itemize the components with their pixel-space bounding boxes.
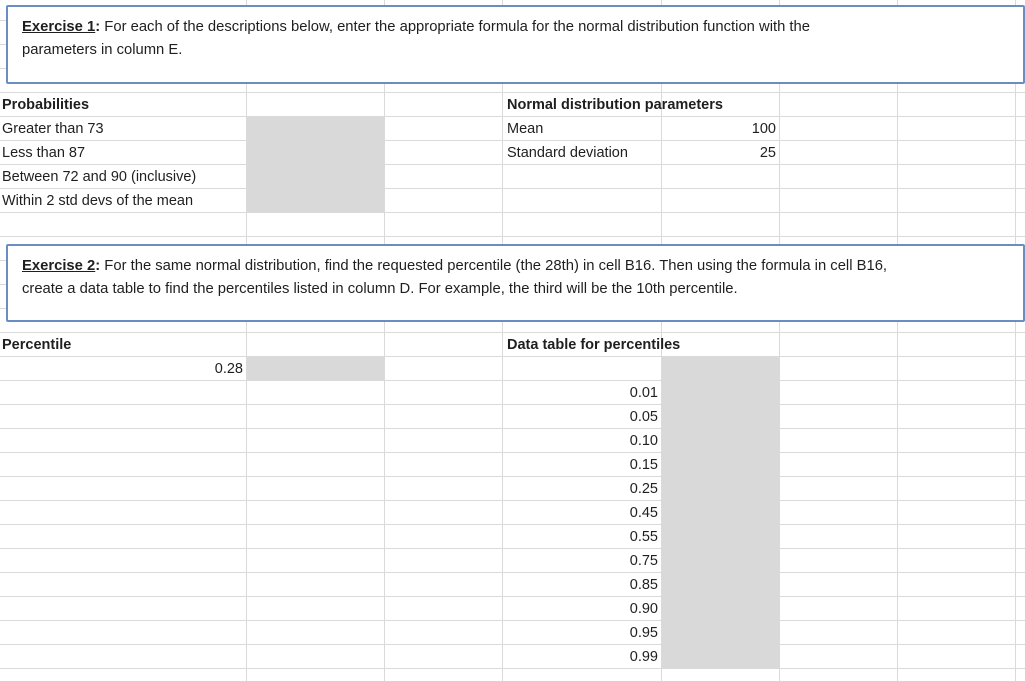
mean-value[interactable]: 100	[662, 117, 776, 141]
exercise-1-text: For each of the descriptions below, ente…	[104, 19, 811, 35]
exercise-2-label: Exercise 2	[22, 258, 96, 274]
exercise-2-textbox[interactable]: Exercise 2: For the same normal distribu…	[6, 244, 1025, 322]
row-divider	[0, 476, 1025, 477]
exercise-2-line-1: Exercise 2: For the same normal distribu…	[22, 255, 1023, 278]
data-table-input[interactable]: 0.25	[560, 477, 658, 501]
exercise-1-label: Exercise 1	[22, 19, 96, 35]
column-divider	[502, 0, 503, 681]
probability-input-cells[interactable]	[247, 117, 384, 212]
data-table-input[interactable]: 0.15	[560, 453, 658, 477]
data-table-input[interactable]: 0.45	[560, 501, 658, 525]
data-table-input[interactable]: 0.90	[560, 597, 658, 621]
std-dev-label[interactable]: Standard deviation	[507, 141, 628, 165]
column-divider	[384, 0, 385, 681]
row-divider	[0, 620, 1025, 621]
probability-label-between[interactable]: Between 72 and 90 (inclusive)	[2, 165, 196, 189]
row-divider	[0, 452, 1025, 453]
data-table-input[interactable]: 0.95	[560, 621, 658, 645]
row-divider	[0, 404, 1025, 405]
data-table-input[interactable]: 0.10	[560, 429, 658, 453]
percentile-header: Percentile	[2, 337, 72, 353]
data-table-input[interactable]: 0.85	[560, 573, 658, 597]
percentile-value[interactable]: 0.28	[150, 357, 243, 381]
label-colon: :	[95, 258, 101, 274]
percentile-input-cell[interactable]	[247, 357, 384, 380]
exercise-2-line-2: create a data table to find the percenti…	[22, 281, 738, 297]
mean-label[interactable]: Mean	[507, 117, 543, 141]
data-table-input[interactable]: 0.55	[560, 525, 658, 549]
std-dev-value[interactable]: 25	[662, 141, 776, 165]
parameters-header: Normal distribution parameters	[507, 97, 723, 113]
exercise-1-textbox[interactable]: Exercise 1: For each of the descriptions…	[6, 5, 1025, 84]
data-table-input[interactable]: 0.99	[560, 645, 658, 669]
probability-label-within[interactable]: Within 2 std devs of the mean	[2, 189, 193, 213]
exercise-2-text: For the same normal distribution, find t…	[104, 258, 888, 274]
row-divider	[0, 572, 1025, 573]
data-table-result-cells[interactable]	[662, 357, 779, 668]
data-table-header: Data table for percentiles	[507, 337, 681, 353]
row-divider	[0, 524, 1025, 525]
row-divider	[0, 668, 1025, 669]
data-table-input[interactable]: 0.01	[560, 381, 658, 405]
row-divider	[0, 644, 1025, 645]
exercise-1-line-2: parameters in column E.	[22, 42, 183, 58]
exercise-1-line-1: Exercise 1: For each of the descriptions…	[22, 16, 1023, 39]
column-divider	[1015, 0, 1016, 681]
probability-label-greater[interactable]: Greater than 73	[2, 117, 104, 141]
row-divider	[0, 596, 1025, 597]
row-divider	[0, 500, 1025, 501]
column-divider	[779, 0, 780, 681]
data-table-input[interactable]: 0.75	[560, 549, 658, 573]
column-divider	[246, 0, 247, 681]
row-divider	[0, 428, 1025, 429]
label-colon: :	[95, 19, 101, 35]
row-divider	[0, 548, 1025, 549]
row-divider	[0, 236, 1025, 237]
data-table-input[interactable]: 0.05	[560, 405, 658, 429]
probability-label-less[interactable]: Less than 87	[2, 141, 85, 165]
column-divider	[897, 0, 898, 681]
probabilities-header: Probabilities	[2, 97, 90, 113]
